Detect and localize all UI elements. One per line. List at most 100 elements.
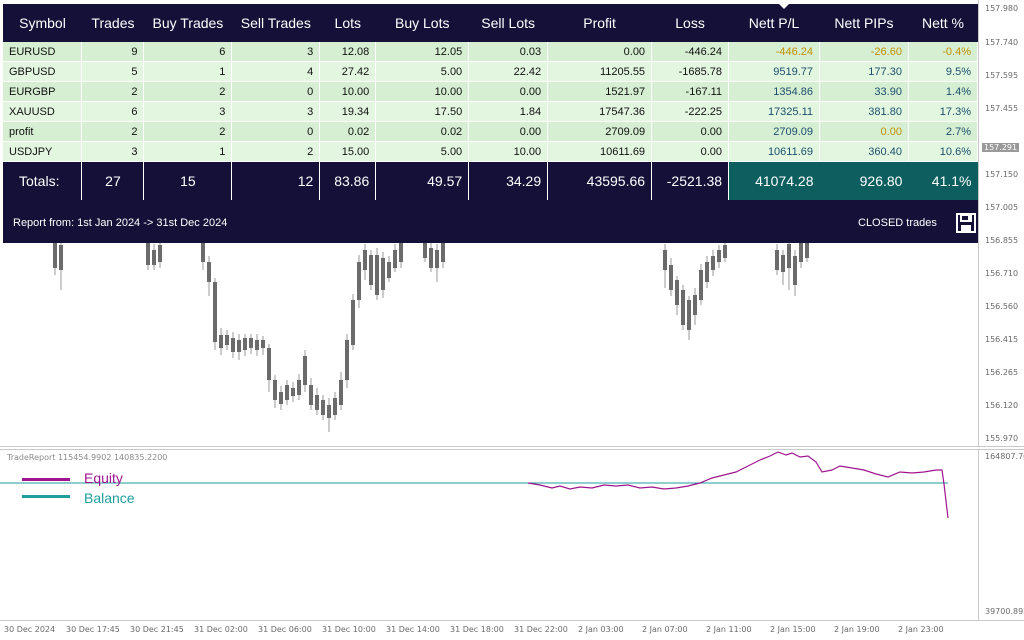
candle-body bbox=[261, 340, 265, 348]
candle-body bbox=[663, 250, 667, 270]
header-loss[interactable]: Loss bbox=[652, 4, 729, 42]
table-cell: -446.24 bbox=[728, 42, 821, 62]
time-label: 31 Dec 18:00 bbox=[450, 625, 504, 634]
candle-body bbox=[201, 240, 205, 262]
table-cell: 0.00 bbox=[819, 121, 909, 142]
table-cell: 0.00 bbox=[651, 121, 730, 142]
table-cell: 3 bbox=[231, 42, 321, 62]
table-cell: 12.05 bbox=[375, 42, 470, 62]
candle-body bbox=[441, 240, 445, 262]
candle-body bbox=[59, 245, 63, 270]
totals-cell: 34.29 bbox=[468, 161, 549, 200]
header-sell-lots[interactable]: Sell Lots bbox=[469, 4, 548, 42]
totals-cell: 83.86 bbox=[319, 161, 377, 200]
price-label: 157.595 bbox=[985, 71, 1019, 80]
table-cell: 1 bbox=[143, 61, 233, 82]
header-sell-trades[interactable]: Sell Trades bbox=[232, 4, 320, 42]
candle-body bbox=[381, 258, 385, 290]
table-cell: 0.00 bbox=[547, 42, 653, 62]
header-profit[interactable]: Profit bbox=[548, 4, 652, 42]
time-label: 30 Dec 2024 bbox=[4, 625, 56, 634]
table-cell: 2 bbox=[81, 121, 145, 142]
candle-body bbox=[429, 248, 433, 268]
candle-body bbox=[225, 335, 229, 345]
candle-body bbox=[207, 262, 211, 282]
candle-body bbox=[243, 338, 247, 350]
totals-cell: -2521.38 bbox=[651, 161, 730, 200]
time-axis[interactable]: 30 Dec 2024 30 Dec 17:45 30 Dec 21:45 31 De… bbox=[0, 620, 1024, 640]
equity-balance-plot bbox=[0, 451, 949, 519]
table-row[interactable]: USDJPY 3 1 2 15.00 5.00 10.00 10611.69 0.00 10611… bbox=[3, 141, 979, 162]
candle-body bbox=[723, 245, 727, 258]
candle-body bbox=[249, 338, 253, 348]
header-buy-lots[interactable]: Buy Lots bbox=[376, 4, 469, 42]
time-label: 2 Jan 07:00 bbox=[642, 625, 688, 634]
table-cell: 1354.86 bbox=[728, 81, 821, 102]
table-cell: 5.00 bbox=[375, 61, 470, 82]
table-cell: 10.00 bbox=[375, 81, 470, 102]
table-cell: 2 bbox=[81, 81, 145, 102]
candle-body bbox=[699, 270, 703, 300]
time-label: 30 Dec 17:45 bbox=[66, 625, 120, 634]
symbol-cell: EURGBP bbox=[3, 81, 83, 102]
indicator-scale[interactable]: 164807.70 39700.892 bbox=[978, 450, 1024, 620]
table-row[interactable]: EURUSD 9 6 3 12.08 12.05 0.03 0.00 -446.24 -446.2… bbox=[3, 42, 979, 62]
price-label: 156.415 bbox=[985, 335, 1019, 344]
sub-scale-bottom: 39700.892 bbox=[985, 607, 1024, 616]
price-label: 157.980 bbox=[985, 4, 1019, 13]
candle-body bbox=[781, 255, 785, 272]
candle-body bbox=[375, 255, 379, 295]
table-cell: 11205.55 bbox=[547, 61, 653, 82]
trade-report-panel: Symbol Trades Buy Trades Sell Trades Lots Buy… bbox=[3, 4, 979, 243]
totals-cell: 12 bbox=[231, 161, 321, 200]
table-cell: 10.00 bbox=[319, 81, 377, 102]
table-cell: 2 bbox=[143, 81, 233, 102]
candle-body bbox=[273, 380, 277, 400]
indicator-subwindow[interactable] bbox=[0, 450, 978, 620]
table-cell: -0.4% bbox=[908, 42, 979, 62]
header-nett-pips[interactable]: Nett PIPs bbox=[820, 4, 909, 42]
candle-body bbox=[705, 262, 709, 282]
equity-legend-swatch bbox=[22, 478, 70, 481]
price-scale[interactable]: 157.980 157.740 157.595 157.455 157.150 157.0… bbox=[978, 0, 1024, 446]
price-label: 155.970 bbox=[985, 434, 1019, 443]
candle-body bbox=[339, 380, 343, 405]
table-row[interactable]: GBPUSD 5 1 4 27.42 5.00 22.42 11205.55 -1685.78 9… bbox=[3, 61, 979, 82]
header-nett[interactable]: Nett % bbox=[908, 4, 977, 42]
table-cell: 1.4% bbox=[908, 81, 979, 102]
candle-body bbox=[267, 348, 271, 380]
candle-body bbox=[675, 280, 679, 305]
time-label: 31 Dec 02:00 bbox=[194, 625, 248, 634]
candle-body bbox=[255, 340, 259, 350]
symbol-cell: GBPUSD bbox=[3, 61, 83, 82]
header-nett-p-l[interactable]: Nett P/L bbox=[729, 4, 820, 42]
symbol-cell: EURUSD bbox=[3, 42, 83, 62]
table-cell: 17.3% bbox=[908, 101, 979, 122]
table-cell: 2 bbox=[231, 141, 321, 162]
table-cell: 19.34 bbox=[319, 101, 377, 122]
header-trades[interactable]: Trades bbox=[82, 4, 144, 42]
table-cell: 0 bbox=[231, 121, 321, 142]
trade-mode-toggle[interactable]: CLOSED trades bbox=[858, 217, 937, 229]
candle-body bbox=[393, 250, 397, 268]
table-row[interactable]: XAUUSD 6 3 3 19.34 17.50 1.84 17547.36 -222.25 17… bbox=[3, 101, 979, 122]
table-cell: -26.60 bbox=[819, 42, 909, 62]
table-cell: 5.00 bbox=[375, 141, 470, 162]
table-cell: 6 bbox=[81, 101, 145, 122]
table-cell: 4 bbox=[231, 61, 321, 82]
table-cell: -1685.78 bbox=[651, 61, 730, 82]
save-icon[interactable] bbox=[956, 213, 976, 233]
table-cell: 15.00 bbox=[319, 141, 377, 162]
price-label: 157.005 bbox=[985, 203, 1019, 212]
table-cell: 3 bbox=[143, 101, 233, 122]
table-row[interactable]: EURGBP 2 2 0 10.00 10.00 0.00 1521.97 -167.11 135… bbox=[3, 81, 979, 102]
header-symbol[interactable]: Symbol bbox=[3, 4, 82, 42]
candle-body bbox=[693, 295, 697, 315]
table-row[interactable]: profit 2 2 0 0.02 0.02 0.00 2709.09 0.00 2709.09 0… bbox=[3, 121, 979, 142]
table-cell: 5 bbox=[81, 61, 145, 82]
table-cell: 2709.09 bbox=[728, 121, 821, 142]
header-lots[interactable]: Lots bbox=[320, 4, 376, 42]
header-buy-trades[interactable]: Buy Trades bbox=[144, 4, 232, 42]
price-label: 157.740 bbox=[985, 38, 1019, 47]
column-notch-icon bbox=[779, 4, 789, 9]
